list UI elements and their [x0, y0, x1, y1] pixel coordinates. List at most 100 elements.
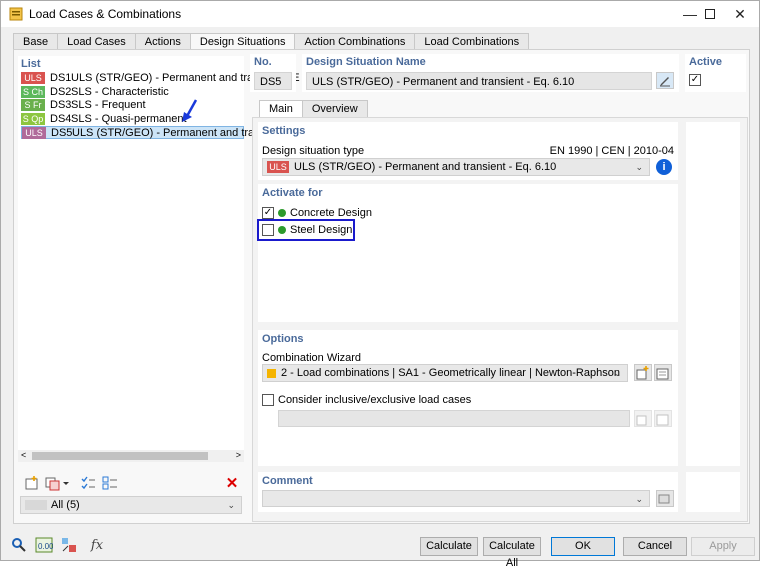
active-label: Active	[689, 56, 723, 68]
delete-icon: ✕	[225, 475, 239, 492]
filter-swatch	[25, 500, 47, 511]
options-section: Options Combination Wizard 2 - Load comb…	[258, 330, 678, 466]
new-wizard-button[interactable]	[634, 364, 652, 381]
combination-wizard-label: Combination Wizard	[262, 352, 362, 364]
cancel-button[interactable]: Cancel	[623, 537, 687, 556]
list-item[interactable]: S Qp DS4SLS - Quasi-permanent	[21, 113, 187, 126]
search-button[interactable]	[9, 536, 29, 554]
list-item[interactable]: S Ch DS2SLS - Characteristic	[21, 86, 169, 99]
dialog-window: Load Cases & Combinations — ✕ Base Load …	[0, 0, 760, 569]
delete-item-button[interactable]: ✕	[222, 474, 242, 492]
activate-label: Activate for	[262, 187, 323, 199]
close-button[interactable]: ✕	[717, 1, 760, 27]
tab-action-combinations[interactable]: Action Combinations	[294, 33, 416, 50]
edit-list-icon	[656, 414, 669, 425]
tab-load-cases[interactable]: Load Cases	[57, 33, 136, 50]
design-situation-type-label: Design situation type	[262, 145, 365, 157]
name-field[interactable]: ULS (STR/GEO) - Permanent and transient …	[306, 72, 652, 90]
close-icon: ✕	[734, 5, 746, 22]
concrete-design-checkbox[interactable]: ✓	[262, 207, 274, 219]
formula-icon: fx	[90, 537, 104, 553]
units-button[interactable]: 0.00	[34, 536, 54, 554]
type-badge: ULS	[22, 127, 46, 140]
tab-overview[interactable]: Overview	[301, 100, 368, 117]
chevron-down-icon: ⌄	[635, 494, 643, 504]
arrow-annotation-icon	[182, 99, 198, 122]
app-icon	[9, 7, 23, 21]
tab-load-combinations[interactable]: Load Combinations	[414, 33, 530, 50]
active-panel: Active ✓	[685, 54, 746, 92]
sub-tabs: Main Overview	[259, 100, 368, 117]
type-badge: S Ch	[21, 86, 45, 99]
scrollbar-thumb[interactable]	[32, 452, 208, 460]
new-icon	[636, 365, 649, 379]
formula-button[interactable]: fx	[87, 536, 107, 554]
status-dot	[278, 226, 286, 235]
check-items-button[interactable]	[78, 474, 98, 492]
settings-section: Settings Design situation type EN 1990 |…	[258, 122, 678, 180]
edit-inclusive-button[interactable]	[654, 410, 672, 427]
standard-label: EN 1990 | CEN | 2010-04	[549, 145, 674, 157]
name-label: Design Situation Name	[306, 56, 426, 68]
info-icon[interactable]: i	[656, 159, 672, 175]
list-panel: List ULS DS1ULS (STR/GEO) - Permanent and…	[18, 56, 301, 462]
wizard-swatch	[267, 368, 276, 378]
list-item-selected[interactable]: ULS DS5ULS (STR/GEO) - Permanent and tran…	[21, 126, 301, 140]
activate-section: Activate for ✓ Concrete Design Steel Des…	[257, 184, 678, 322]
tab-content: List ULS DS1ULS (STR/GEO) - Permanent and…	[13, 49, 750, 524]
number-field: DS5	[254, 72, 292, 90]
copy-item-button[interactable]	[44, 474, 72, 492]
active-checkbox[interactable]: ✓	[689, 74, 701, 86]
settings-label: Settings	[262, 125, 306, 137]
search-icon	[12, 538, 26, 552]
chevron-down-icon: ⌄	[613, 368, 621, 378]
tab-actions[interactable]: Actions	[134, 33, 191, 50]
design-situation-type-select[interactable]: ULS ULS (STR/GEO) - Permanent and transie…	[262, 158, 650, 176]
steel-design-checkbox[interactable]	[262, 224, 274, 236]
type-badge: S Qp	[21, 113, 45, 126]
steel-design-option: Steel Design	[278, 224, 352, 236]
inclusive-exclusive-label: Consider inclusive/exclusive load cases	[278, 394, 472, 406]
combination-wizard-select[interactable]: 2 - Load combinations | SA1 - Geometrica…	[262, 364, 628, 382]
options-label: Options	[262, 333, 304, 345]
new-inclusive-button[interactable]	[634, 410, 652, 427]
edit-wizard-button[interactable]	[654, 364, 672, 381]
window-title: Load Cases & Combinations	[29, 7, 182, 21]
uncheck-items-icon	[102, 476, 117, 490]
inclusive-exclusive-checkbox[interactable]	[262, 394, 274, 406]
edit-icon	[660, 76, 670, 86]
list-item[interactable]: S Fr DS3SLS - Frequent	[21, 99, 146, 112]
view-icon	[62, 538, 76, 552]
side-column-bottom	[686, 472, 740, 512]
number-label: No.	[254, 56, 272, 68]
uncheck-items-button[interactable]	[100, 474, 120, 492]
edit-name-button[interactable]	[656, 72, 674, 89]
calculate-all-button[interactable]: Calculate All	[483, 537, 541, 569]
new-item-icon	[25, 476, 38, 490]
scroll-right-icon[interactable]: >	[236, 450, 241, 460]
chevron-down-icon: ⌄	[635, 162, 643, 172]
horizontal-scrollbar[interactable]: < >	[18, 450, 244, 462]
comment-section: Comment ⌄	[258, 472, 678, 512]
tab-base[interactable]: Base	[13, 33, 59, 50]
new-item-button[interactable]	[22, 474, 42, 492]
concrete-design-option: Concrete Design	[278, 207, 372, 219]
comment-input[interactable]: ⌄	[262, 490, 650, 507]
ok-button[interactable]: OK	[551, 537, 615, 556]
units-icon: 0.00	[35, 537, 53, 553]
tab-main[interactable]: Main	[259, 100, 303, 117]
comment-library-button[interactable]	[656, 490, 674, 507]
scroll-left-icon[interactable]: <	[21, 450, 26, 460]
name-panel: Design Situation Name ULS (STR/GEO) - Pe…	[302, 54, 679, 92]
type-badge: ULS	[21, 72, 45, 85]
check-items-icon	[81, 476, 95, 490]
copy-item-icon	[45, 477, 69, 491]
chevron-down-icon: ⌄	[227, 500, 235, 510]
apply-button[interactable]: Apply	[691, 537, 755, 556]
list-label: List	[21, 58, 41, 70]
calculate-button[interactable]: Calculate	[420, 537, 478, 556]
view-button[interactable]	[59, 536, 79, 554]
edit-list-icon	[656, 368, 669, 379]
maximize-icon	[705, 9, 715, 19]
list-filter-select[interactable]: All (5) ⌄	[20, 496, 242, 514]
